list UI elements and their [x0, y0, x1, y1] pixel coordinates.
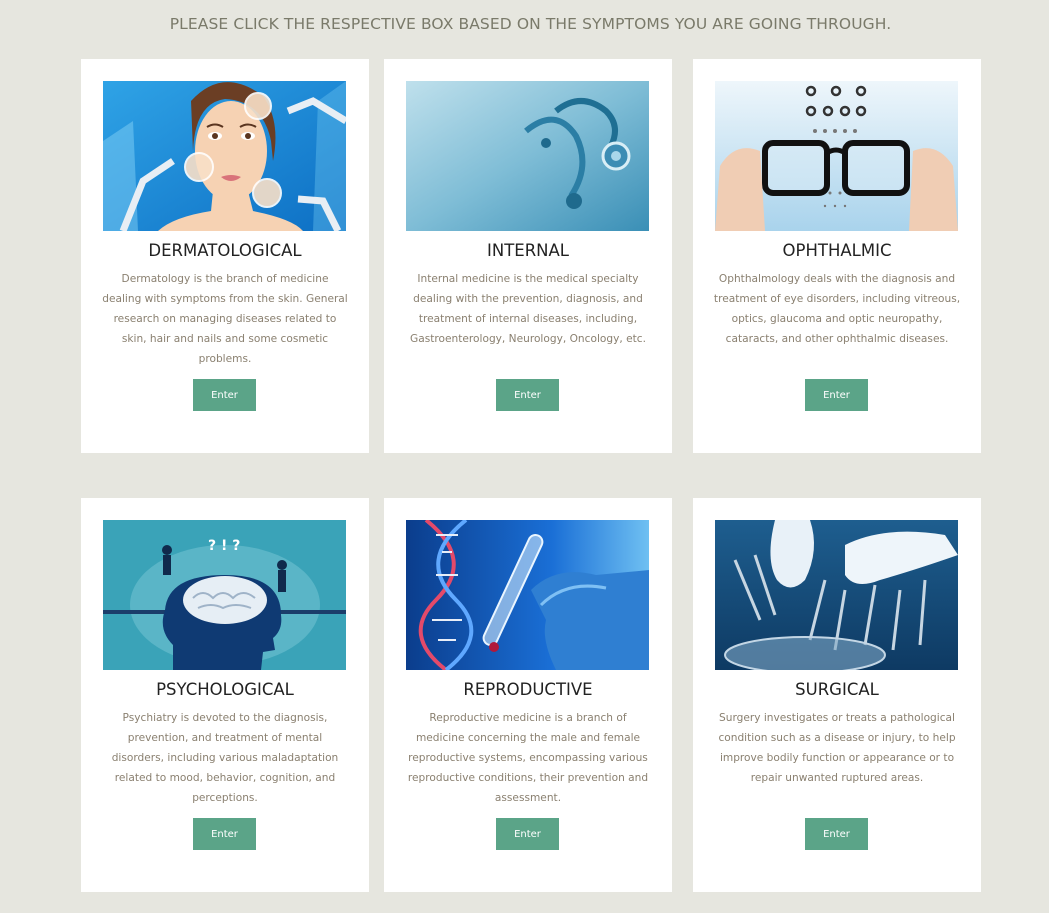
card-title: OPHTHALMIC: [782, 241, 892, 260]
enter-button-dermatological[interactable]: Enter: [193, 379, 256, 411]
dna-test-tube-icon: [406, 520, 649, 670]
card-title: INTERNAL: [486, 241, 569, 260]
enter-button-reproductive[interactable]: Enter: [496, 818, 559, 850]
brain-head-icon: ? ! ?: [103, 520, 346, 670]
enter-button-ophthalmic[interactable]: Enter: [805, 379, 868, 411]
card-title: REPRODUCTIVE: [463, 680, 593, 699]
page-instruction: PLEASE CLICK THE RESPECTIVE BOX BASED ON…: [169, 15, 892, 33]
card-ophthalmic[interactable]: OPHTHALMIC Ophthalmology deals with the …: [693, 59, 981, 453]
reproductive-image[interactable]: [406, 520, 649, 670]
eyeglasses-icon: [715, 81, 958, 231]
card-title: PSYCHOLOGICAL: [156, 680, 294, 699]
card-title: DERMATOLOGICAL: [148, 241, 302, 260]
surgical-instruments-icon: [715, 520, 958, 670]
card-description: Dermatology is the branch of medicine de…: [102, 273, 348, 365]
card-description: Reproductive medicine is a branch of med…: [407, 712, 649, 804]
internal-image[interactable]: [406, 81, 649, 231]
enter-button-surgical[interactable]: Enter: [805, 818, 868, 850]
psychological-image[interactable]: ? ! ?: [103, 520, 346, 670]
card-dermatological[interactable]: DERMATOLOGICAL Dermatology is the branch…: [81, 59, 369, 453]
card-description: Psychiatry is devoted to the diagnosis, …: [111, 712, 339, 804]
card-surgical[interactable]: SURGICAL Surgery investigates or treats …: [693, 498, 981, 892]
enter-button-psychological[interactable]: Enter: [193, 818, 256, 850]
dermatology-illustration-icon: [103, 81, 346, 231]
svg-text:? ! ?: ? ! ?: [208, 538, 240, 554]
ophthalmic-image[interactable]: [715, 81, 958, 231]
card-internal[interactable]: INTERNAL Internal medicine is the medica…: [384, 59, 672, 453]
enter-button-internal[interactable]: Enter: [496, 379, 559, 411]
card-description: Internal medicine is the medical special…: [410, 273, 646, 345]
surgical-image[interactable]: [715, 520, 958, 670]
card-reproductive[interactable]: REPRODUCTIVE Reproductive medicine is a …: [384, 498, 672, 892]
card-description: Ophthalmology deals with the diagnosis a…: [713, 273, 961, 345]
dermatology-image[interactable]: [103, 81, 346, 231]
stethoscope-icon: [406, 81, 649, 231]
card-psychological[interactable]: ? ! ? PSYCHOLOGICAL Psychiatry is devote…: [81, 498, 369, 892]
card-description: Surgery investigates or treats a patholo…: [718, 712, 956, 784]
card-title: SURGICAL: [795, 680, 879, 699]
